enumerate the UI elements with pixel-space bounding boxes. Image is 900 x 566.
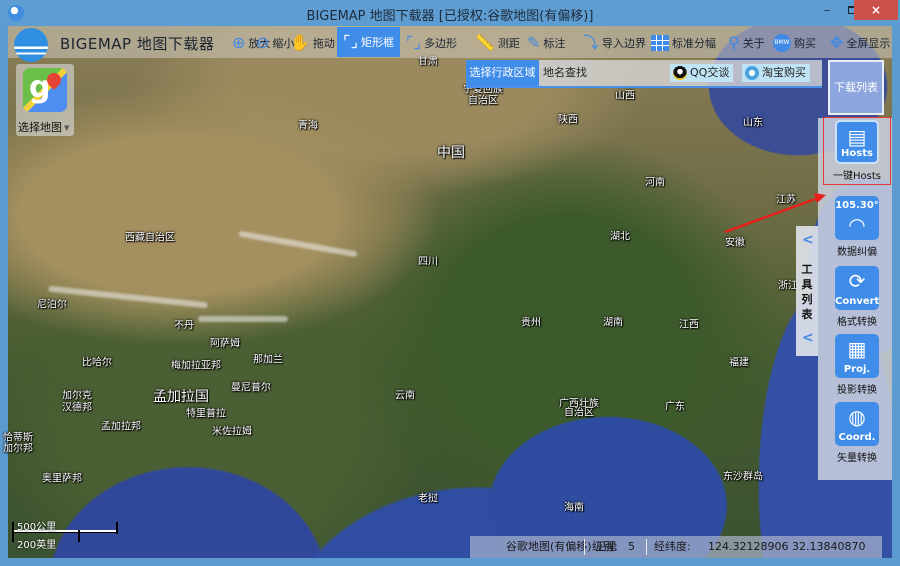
divider xyxy=(646,539,647,555)
app-window: BIGEMAP 地图下载器 [已授权:谷歌地图(有偏移)] – × 甘肃 宁夏回族… xyxy=(0,0,900,566)
scale-mile-label: 200英里 xyxy=(17,540,57,551)
map-scale-bar: 500公里 200英里 xyxy=(12,520,122,551)
status-bar: 谷歌地图(有偏移) 卫星 级别: 5 经纬度: 124.32128906 32.… xyxy=(470,536,882,558)
zoom-level-value: 5 xyxy=(628,540,635,553)
coords-value: 124.32128906 32.13840870 xyxy=(708,540,866,553)
divider xyxy=(584,539,585,555)
scale-km-label: 500公里 xyxy=(17,522,57,533)
zoom-level-label: 级别: xyxy=(592,540,618,553)
coords-label: 经纬度: xyxy=(654,540,691,553)
red-arrow-annotation xyxy=(724,193,826,234)
